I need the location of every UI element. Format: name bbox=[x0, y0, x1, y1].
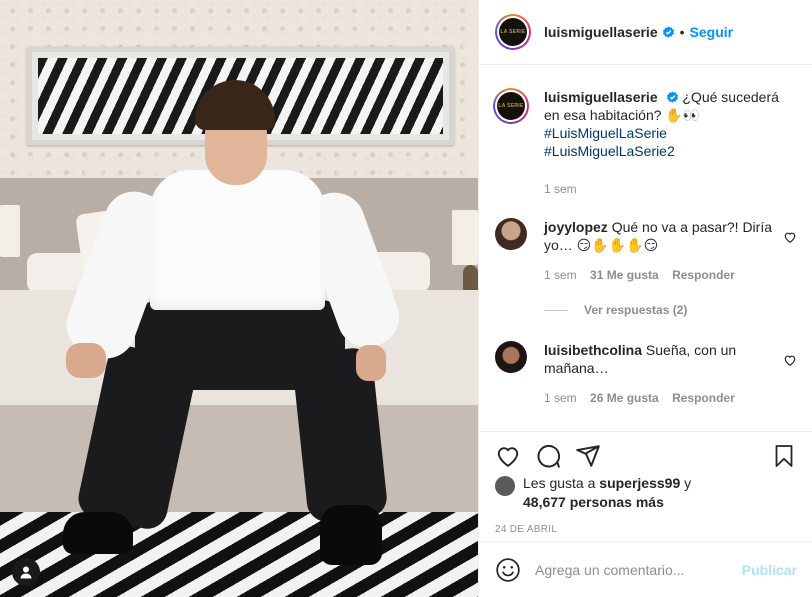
view-replies-button[interactable]: Ver respuestas (2) bbox=[544, 303, 797, 317]
photo-man-shirt bbox=[150, 170, 325, 310]
follow-button[interactable]: Seguir bbox=[690, 24, 734, 40]
liker-avatar[interactable] bbox=[495, 476, 515, 496]
comment-likes[interactable]: 26 Me gusta bbox=[590, 391, 659, 405]
photo-lamp-left bbox=[0, 205, 20, 257]
post-actions: Les gusta a superjess99 y 48,677 persona… bbox=[479, 431, 812, 597]
view-replies-label: Ver respuestas (2) bbox=[584, 303, 688, 317]
likes-prefix: Les gusta a bbox=[523, 475, 596, 491]
author-avatar[interactable]: LA SERIE bbox=[495, 14, 531, 50]
reply-button[interactable]: Responder bbox=[672, 391, 735, 405]
publish-button[interactable]: Publicar bbox=[742, 562, 797, 578]
commenter-avatar[interactable] bbox=[495, 218, 527, 250]
bookmark-icon[interactable] bbox=[771, 443, 797, 469]
smiley-icon[interactable] bbox=[495, 557, 521, 583]
post-header: LA SERIE luismiguellaserie • Seguir bbox=[479, 0, 812, 65]
photo-man-shoe bbox=[63, 512, 133, 554]
add-comment-bar: Publicar bbox=[479, 541, 812, 597]
photo-man-hand bbox=[356, 345, 386, 381]
comment-input[interactable] bbox=[535, 561, 742, 578]
comment-time[interactable]: 1 sem bbox=[544, 268, 577, 282]
hashtag-link[interactable]: #LuisMiguelLaSerie bbox=[544, 124, 797, 142]
likes-others-count[interactable]: 48,677 personas más bbox=[523, 494, 664, 510]
post-date[interactable]: 24 DE ABRIL bbox=[479, 524, 812, 535]
post-photo[interactable] bbox=[0, 0, 478, 597]
user-tag-icon[interactable] bbox=[12, 558, 40, 586]
photo-man-pants bbox=[135, 300, 345, 390]
avatar-logo-text: LA SERIE bbox=[499, 18, 527, 46]
commenter-avatar[interactable] bbox=[495, 341, 527, 373]
photo-man-shoe bbox=[320, 505, 382, 565]
commenter-username[interactable]: luisibethcolina bbox=[544, 342, 642, 358]
replies-line bbox=[544, 309, 568, 311]
reply-button[interactable]: Responder bbox=[672, 268, 735, 282]
verified-badge-icon bbox=[666, 91, 678, 103]
comment-heart-icon[interactable] bbox=[783, 353, 797, 367]
photo-man-hand bbox=[66, 343, 106, 378]
comment-heart-icon[interactable] bbox=[783, 230, 797, 244]
comment-time[interactable]: 1 sem bbox=[544, 391, 577, 405]
hashtag-link[interactable]: #LuisMiguelLaSerie2 bbox=[544, 142, 797, 160]
separator-dot: • bbox=[679, 24, 685, 40]
caption-time[interactable]: 1 sem bbox=[544, 182, 577, 196]
paper-plane-icon[interactable] bbox=[575, 443, 601, 469]
comment-row: luisibethcolina Sueña, con un mañana… 1 … bbox=[495, 341, 797, 407]
commenter-username[interactable]: joyylopez bbox=[544, 219, 608, 235]
heart-icon[interactable] bbox=[495, 443, 521, 469]
liker-username[interactable]: superjess99 bbox=[599, 475, 680, 491]
caption-author-avatar[interactable]: LA SERIE bbox=[493, 88, 529, 124]
post-modal: LA SERIE luismiguellaserie • Seguir LA S… bbox=[0, 0, 812, 597]
photo-lamp-right bbox=[452, 210, 478, 265]
likes-summary[interactable]: Les gusta a superjess99 y 48,677 persona… bbox=[479, 474, 812, 512]
verified-badge-icon bbox=[662, 25, 674, 38]
likes-suffix: y bbox=[684, 475, 692, 491]
comment-row: joyylopez Qué no va a pasar?! Diría yo… … bbox=[495, 218, 797, 284]
post-side-panel: LA SERIE luismiguellaserie • Seguir LA S… bbox=[478, 0, 812, 597]
comment-bubble-icon[interactable] bbox=[535, 443, 561, 469]
caption-row: LA SERIE luismiguellaserie ¿Qué sucederá… bbox=[493, 88, 797, 198]
photo-bed-base bbox=[0, 405, 478, 515]
comments-list[interactable]: LA SERIE luismiguellaserie ¿Qué sucederá… bbox=[479, 65, 812, 431]
author-username[interactable]: luismiguellaserie bbox=[544, 24, 658, 40]
caption-username[interactable]: luismiguellaserie bbox=[544, 89, 658, 105]
comment-likes[interactable]: 31 Me gusta bbox=[590, 268, 659, 282]
avatar-logo-text: LA SERIE bbox=[497, 92, 525, 120]
